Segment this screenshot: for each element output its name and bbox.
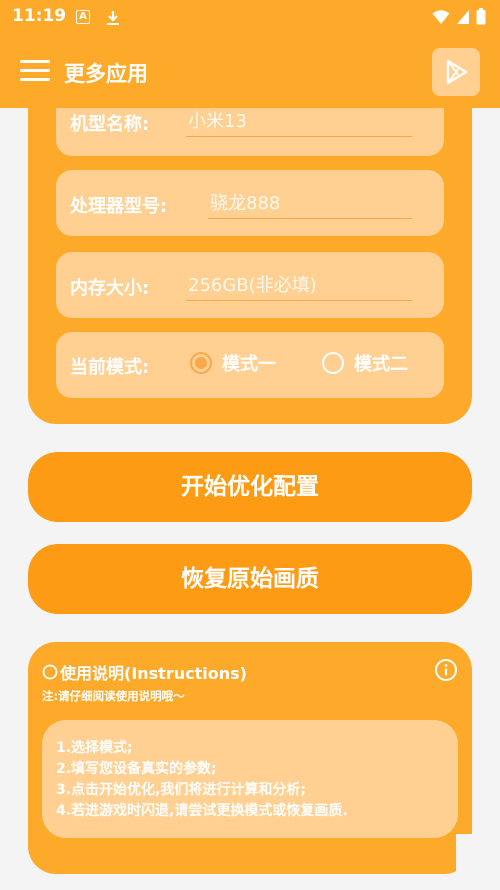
status-bar: 11:19 A [0,0,500,34]
instructions-subtitle: 注:请仔细阅读使用说明哦～ [42,689,185,703]
mode-option-2[interactable]: 模式二 [322,350,408,376]
radio-unchecked-icon [322,352,344,374]
signal-icon [456,9,470,29]
instructions-card: 使用说明(Instructions) 注:请仔细阅读使用说明哦～ 1.选择模式;… [28,642,472,874]
model-label: 机型名称: [70,114,150,135]
memory-field: 内存大小: [56,252,444,318]
instructions-title: 使用说明(Instructions) [42,660,247,684]
processor-input[interactable] [208,188,412,219]
status-icons [432,8,486,29]
restore-quality-button[interactable]: 恢复原始画质 [28,544,472,614]
battery-icon [476,8,486,29]
mode-label: 当前模式: [70,357,150,378]
bottom-edge [456,834,500,890]
instruction-line: 2.填写您设备真实的参数; [56,761,217,777]
hamburger-menu-icon[interactable] [20,60,50,82]
config-card: 机型名称: 处理器型号: 内存大小: 当前模式: 模式一 模式二 [28,80,472,424]
memory-input[interactable] [186,270,412,301]
instruction-line: 4.若进游戏时闪退,请尝试更换模式或恢复画质. [56,803,348,819]
instruction-line: 3.点击开始优化,我们将进行计算和分析; [56,782,306,798]
a-notification-icon: A [76,10,90,24]
play-store-button[interactable] [432,48,480,96]
wifi-icon [432,9,450,29]
instruction-line: 1.选择模式; [56,740,133,756]
start-optimize-button[interactable]: 开始优化配置 [28,452,472,522]
status-time: 11:19 [12,6,67,26]
app-bar: 更多应用 [0,44,500,100]
processor-label: 处理器型号: [70,196,168,217]
instructions-list: 1.选择模式; 2.填写您设备真实的参数; 3.点击开始优化,我们将进行计算和分… [42,720,458,838]
mode-field: 当前模式: 模式一 模式二 [56,332,444,398]
instructions-title-text: 使用说明(Instructions) [60,664,247,683]
mode-option-1[interactable]: 模式一 [190,350,276,376]
radio-checked-icon [190,352,212,374]
mode-option-1-label: 模式一 [222,354,276,375]
memory-label: 内存大小: [70,278,150,299]
mode-option-2-label: 模式二 [354,354,408,375]
processor-field: 处理器型号: [56,170,444,236]
play-store-icon [446,59,468,85]
download-icon [106,10,120,25]
app-header: 11:19 A 更多应用 [0,0,500,108]
info-icon[interactable] [434,658,458,682]
circle-icon [42,664,58,680]
page-title: 更多应用 [64,62,148,86]
model-input[interactable] [186,106,412,137]
